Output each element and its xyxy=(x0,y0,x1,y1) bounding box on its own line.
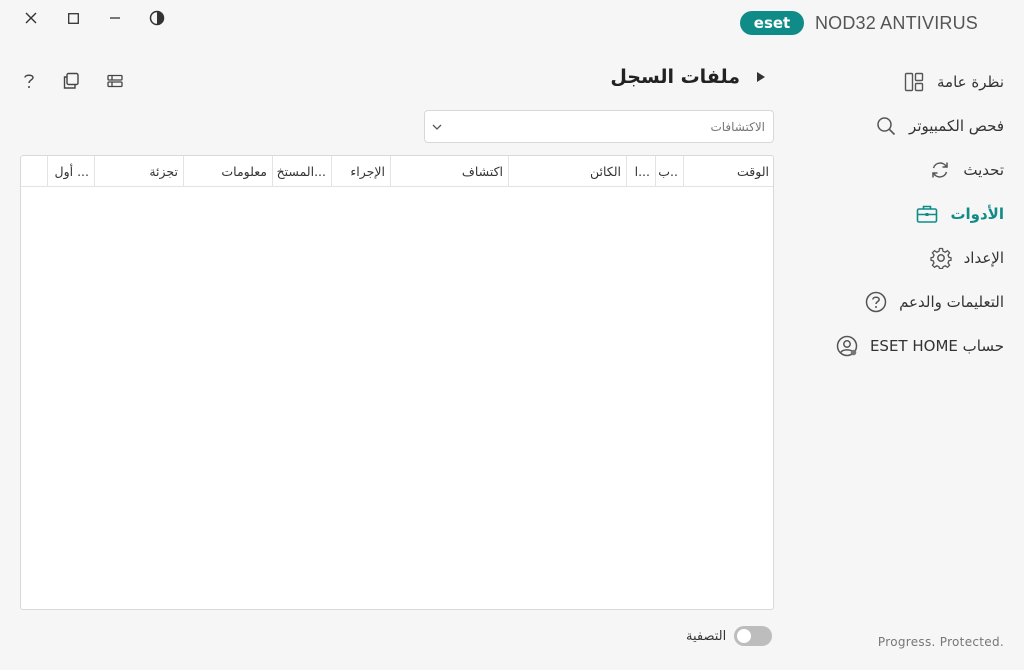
filter-label: التصفية xyxy=(686,628,727,644)
brand: eset NOD32 ANTIVIRUS xyxy=(739,10,978,36)
sidebar-item-tools[interactable]: الأدوات xyxy=(804,192,1004,236)
sidebar-item-update[interactable]: تحديث xyxy=(804,148,1004,192)
page-title: ملفات السجل xyxy=(610,66,740,88)
back-arrow-icon[interactable] xyxy=(756,71,766,83)
help-button[interactable] xyxy=(18,70,40,92)
filter-control: التصفية xyxy=(686,626,773,646)
sidebar: نظرة عامة فحص الكمبيوتر تحديث الأدوات ال… xyxy=(804,60,1004,368)
filter-toggle[interactable] xyxy=(734,626,773,646)
sidebar-item-label: الإعداد xyxy=(963,249,1004,267)
briefcase-icon xyxy=(916,203,938,225)
question-icon xyxy=(24,74,34,88)
table-header: الوقت ب.. ا... الكائن اكتشاف الإجراء الم… xyxy=(21,156,773,187)
table-body xyxy=(21,187,773,609)
column-header[interactable] xyxy=(21,156,47,187)
column-header[interactable]: الوقت xyxy=(683,156,773,187)
minimize-button[interactable] xyxy=(94,6,136,30)
help-icon xyxy=(865,291,887,313)
column-header[interactable]: الكائن xyxy=(508,156,626,187)
sidebar-item-label: تحديث xyxy=(963,161,1004,179)
log-type-select[interactable]: الاكتشافات xyxy=(424,110,774,143)
sidebar-item-overview[interactable]: نظرة عامة xyxy=(804,60,1004,104)
copy-button[interactable] xyxy=(60,70,82,92)
maximize-icon xyxy=(67,12,79,24)
contrast-icon xyxy=(149,10,165,26)
sidebar-item-label: نظرة عامة xyxy=(937,73,1004,91)
search-icon xyxy=(875,115,897,137)
column-header[interactable]: المستخ... xyxy=(272,156,331,187)
select-value: الاكتشافات xyxy=(710,119,765,134)
close-icon xyxy=(25,12,37,24)
sidebar-item-computer-scan[interactable]: فحص الكمبيوتر xyxy=(804,104,1004,148)
product-name: NOD32 ANTIVIRUS xyxy=(814,12,978,33)
toolbar xyxy=(18,70,126,92)
sidebar-item-setup[interactable]: الإعداد xyxy=(804,236,1004,280)
column-header[interactable]: اكتشاف xyxy=(390,156,508,187)
view-options-button[interactable] xyxy=(104,70,126,92)
log-table[interactable]: الوقت ب.. ا... الكائن اكتشاف الإجراء الم… xyxy=(20,155,774,610)
window-controls xyxy=(10,6,178,30)
eset-logo: eset xyxy=(739,11,804,35)
toggle-knob xyxy=(737,629,752,643)
column-header[interactable]: ا... xyxy=(626,156,655,187)
column-header[interactable]: أول ... xyxy=(47,156,94,187)
maximize-button[interactable] xyxy=(52,6,94,30)
column-header[interactable]: ب.. xyxy=(655,156,683,187)
svg-text:eset: eset xyxy=(754,14,790,32)
sidebar-item-help-support[interactable]: التعليمات والدعم xyxy=(804,280,1004,324)
sidebar-item-label: حساب ESET HOME xyxy=(869,337,1004,355)
column-header[interactable]: الإجراء xyxy=(331,156,390,187)
sidebar-item-label: التعليمات والدعم xyxy=(899,293,1004,311)
sidebar-item-label: فحص الكمبيوتر xyxy=(909,117,1004,135)
refresh-icon xyxy=(929,159,951,181)
tagline: Progress. Protected. xyxy=(877,635,1004,649)
chevron-down-icon xyxy=(432,124,442,130)
account-icon xyxy=(836,335,858,357)
column-header[interactable]: تجزئة xyxy=(94,156,183,187)
list-view-icon xyxy=(107,74,123,88)
sidebar-item-label: الأدوات xyxy=(950,205,1004,223)
page-header: ملفات السجل xyxy=(610,66,766,88)
sidebar-item-eset-home[interactable]: حساب ESET HOME xyxy=(804,324,1004,368)
minimize-icon xyxy=(110,17,120,19)
dashboard-icon xyxy=(903,71,925,93)
column-header[interactable]: معلومات xyxy=(183,156,272,187)
gear-icon xyxy=(929,247,952,269)
copy-icon xyxy=(63,72,79,89)
theme-toggle-button[interactable] xyxy=(136,6,178,30)
close-button[interactable] xyxy=(10,6,52,30)
